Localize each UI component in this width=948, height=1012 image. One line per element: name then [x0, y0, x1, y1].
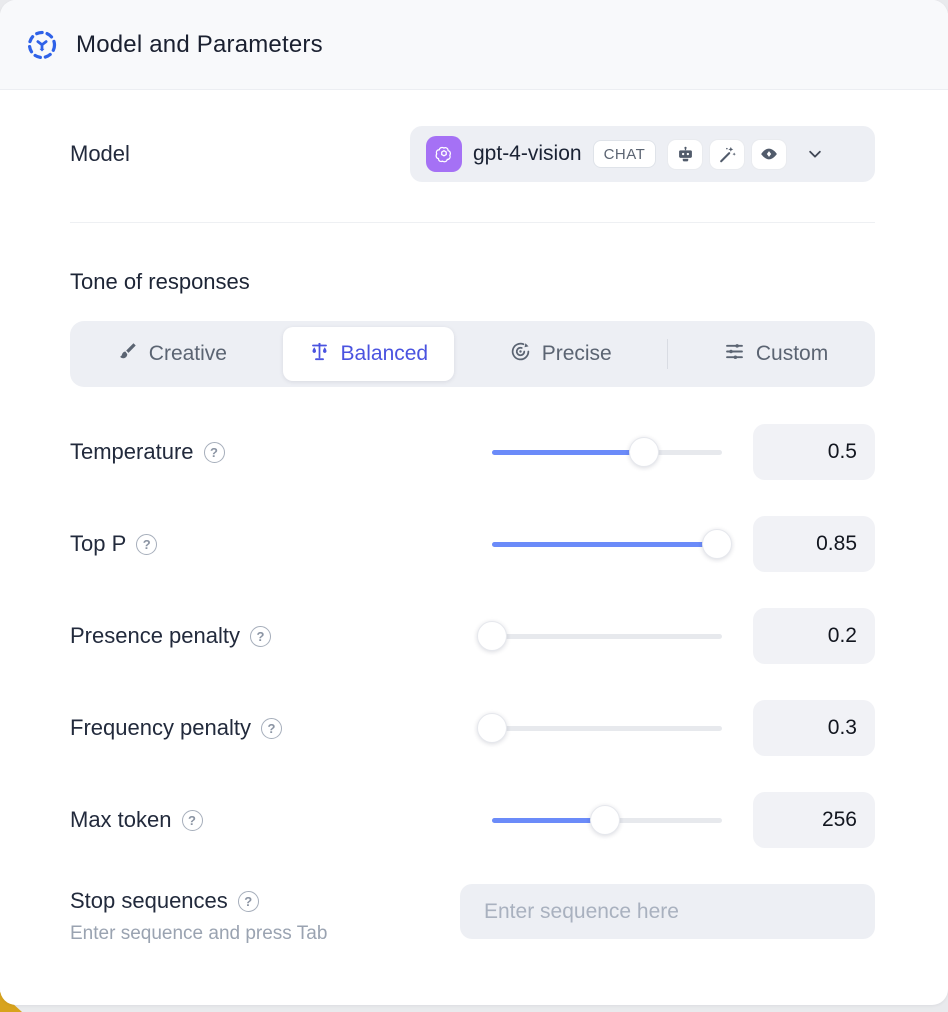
param-row-top-p: Top P ? 0.85: [70, 516, 875, 572]
slider-thumb[interactable]: [702, 529, 732, 559]
stop-sequence-input[interactable]: [460, 884, 875, 939]
model-dashed-circle-icon: [26, 29, 58, 61]
chevron-down-icon: [806, 145, 824, 163]
presence-penalty-value: 0.2: [753, 608, 875, 664]
robot-icon: [667, 139, 703, 170]
model-type-badge: CHAT: [593, 140, 657, 168]
selected-model-name: gpt-4-vision: [473, 142, 582, 166]
max-token-value: 256: [753, 792, 875, 848]
slider-track: [492, 634, 722, 639]
max-token-slider[interactable]: [492, 805, 722, 835]
param-label-group: Max token ?: [70, 807, 203, 833]
tone-option-label: Precise: [542, 342, 612, 366]
top-p-value: 0.85: [753, 516, 875, 572]
tone-option-custom[interactable]: Custom: [698, 327, 854, 381]
panel-header: Model and Parameters: [0, 0, 948, 90]
tone-option-label: Balanced: [341, 342, 429, 366]
param-label-group: Top P ?: [70, 531, 157, 557]
sliders-icon: [724, 341, 745, 368]
slider-thumb[interactable]: [590, 805, 620, 835]
slider-track: [492, 726, 722, 731]
temperature-value: 0.5: [753, 424, 875, 480]
tone-section-title: Tone of responses: [70, 269, 875, 295]
section-divider: [70, 222, 875, 223]
target-icon: [510, 341, 531, 368]
slider-thumb[interactable]: [477, 713, 507, 743]
param-label: Temperature: [70, 439, 194, 465]
paintbrush-icon: [117, 341, 138, 368]
help-icon[interactable]: ?: [238, 891, 259, 912]
help-icon[interactable]: ?: [261, 718, 282, 739]
tone-option-balanced[interactable]: Balanced: [283, 327, 455, 381]
param-label: Frequency penalty: [70, 715, 251, 741]
param-row-temperature: Temperature ? 0.5: [70, 424, 875, 480]
help-icon[interactable]: ?: [204, 442, 225, 463]
param-row-max-token: Max token ? 256: [70, 792, 875, 848]
param-label-group: Presence penalty ?: [70, 623, 271, 649]
frequency-penalty-slider[interactable]: [492, 713, 722, 743]
stop-sequences-label: Stop sequences: [70, 888, 228, 914]
frequency-penalty-value: 0.3: [753, 700, 875, 756]
tone-option-creative[interactable]: Creative: [91, 327, 253, 381]
param-label-group: Frequency penalty ?: [70, 715, 282, 741]
slider-thumb[interactable]: [629, 437, 659, 467]
panel-title: Model and Parameters: [76, 31, 323, 59]
temperature-slider[interactable]: [492, 437, 722, 467]
segment-divider: [667, 339, 668, 369]
param-label-group: Temperature ?: [70, 439, 225, 465]
tone-segmented-control: Creative Balanced: [70, 321, 875, 387]
slider-fill: [492, 818, 605, 823]
slider-thumb[interactable]: [477, 621, 507, 651]
help-icon[interactable]: ?: [182, 810, 203, 831]
model-select-dropdown[interactable]: gpt-4-vision CHAT: [410, 126, 875, 182]
tone-option-precise[interactable]: Precise: [484, 327, 638, 381]
param-row-presence-penalty: Presence penalty ? 0.2: [70, 608, 875, 664]
presence-penalty-slider[interactable]: [492, 621, 722, 651]
tone-option-label: Creative: [149, 342, 227, 366]
slider-fill: [492, 542, 717, 547]
param-label: Max token: [70, 807, 172, 833]
slider-fill: [492, 450, 644, 455]
top-p-slider[interactable]: [492, 529, 722, 559]
param-label: Presence penalty: [70, 623, 240, 649]
stop-sequences-row: Stop sequences ? Enter sequence and pres…: [70, 884, 875, 945]
stop-sequences-label-group: Stop sequences ? Enter sequence and pres…: [70, 884, 327, 945]
model-capability-badges: [667, 139, 787, 170]
help-icon[interactable]: ?: [136, 534, 157, 555]
balance-scale-icon: [309, 341, 330, 368]
vision-eye-icon: [751, 139, 787, 170]
stop-sequences-hint: Enter sequence and press Tab: [70, 923, 327, 945]
magic-wand-icon: [709, 139, 745, 170]
model-and-parameters-panel: Model and Parameters Model gpt-4-vision …: [0, 0, 948, 1005]
model-row: Model gpt-4-vision CHAT: [70, 126, 875, 182]
param-label: Top P: [70, 531, 126, 557]
openai-logo-icon: [426, 136, 462, 172]
panel-body: Model gpt-4-vision CHAT: [0, 90, 948, 945]
tone-option-label: Custom: [756, 342, 828, 366]
model-label: Model: [70, 141, 130, 167]
param-row-frequency-penalty: Frequency penalty ? 0.3: [70, 700, 875, 756]
help-icon[interactable]: ?: [250, 626, 271, 647]
